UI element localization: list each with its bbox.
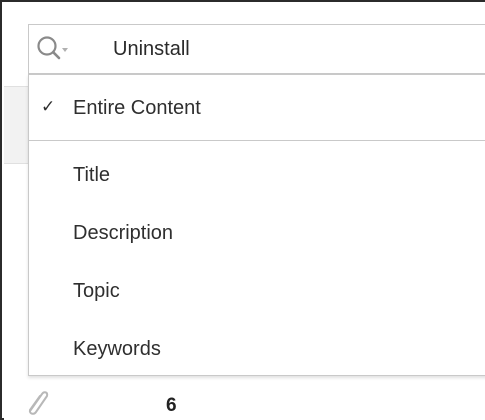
menu-item-label: Title <box>73 164 111 186</box>
menu-item-label: Topic <box>73 280 120 302</box>
menu-item-entire-content[interactable]: ✓ Entire Content <box>29 81 485 137</box>
search-scope-menu: ✓ Entire Content Title Description Topic… <box>28 74 485 376</box>
menu-item-label: Keywords <box>73 338 161 360</box>
attachment-count: 6 <box>166 395 177 416</box>
menu-divider <box>29 140 485 141</box>
menu-item-title[interactable]: Title <box>29 148 485 204</box>
menu-item-description[interactable]: Description <box>29 206 485 262</box>
paperclip-icon <box>28 391 49 415</box>
window-frame: 6 Uninstall ✓ Entire Content Title Descr… <box>0 0 485 420</box>
checkmark-icon: ✓ <box>41 97 56 116</box>
menu-item-label: Description <box>73 222 174 244</box>
menu-item-label: Entire Content <box>73 97 201 119</box>
search-dropdown-icon[interactable] <box>35 34 71 64</box>
background-list-row-bottom <box>4 384 485 420</box>
search-field[interactable]: Uninstall <box>28 24 485 74</box>
search-input[interactable]: Uninstall <box>113 38 190 61</box>
menu-item-keywords[interactable]: Keywords <box>29 322 485 378</box>
menu-item-topic[interactable]: Topic <box>29 264 485 320</box>
